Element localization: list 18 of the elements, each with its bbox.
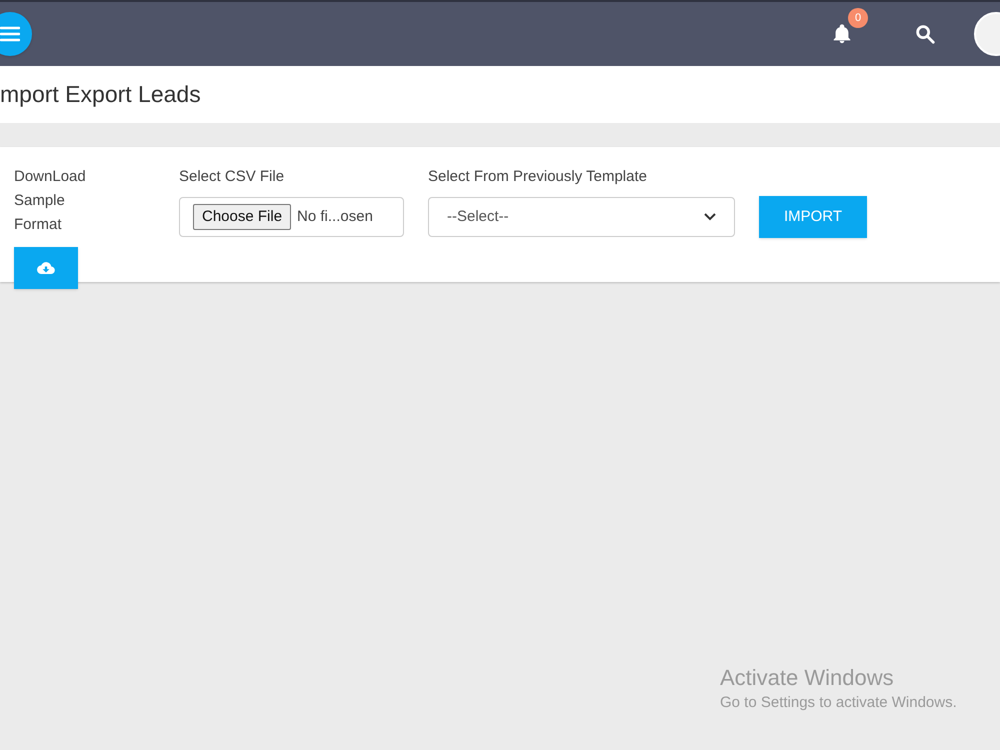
menu-button[interactable]: [0, 12, 32, 56]
download-button[interactable]: [14, 247, 78, 289]
bell-icon: [831, 22, 853, 46]
search-icon: [914, 23, 936, 45]
csv-label: Select CSV File: [179, 167, 286, 187]
menu-icon: [0, 26, 20, 42]
file-name: No fi...osen: [297, 206, 373, 227]
chevron-down-icon: [704, 213, 716, 221]
page-title: mport Export Leads: [0, 80, 201, 110]
choose-file-button[interactable]: Choose File: [193, 204, 292, 230]
activation-subtitle: Go to Settings to activate Windows.: [720, 693, 957, 713]
file-input[interactable]: Choose File No fi...osen: [179, 197, 404, 237]
cloud-download-icon: [37, 261, 55, 275]
download-label: DownLoad Sample Format: [14, 167, 87, 235]
activation-title: Activate Windows: [720, 664, 895, 692]
template-select[interactable]: --Select--: [428, 197, 735, 237]
notification-count: 0: [848, 8, 868, 28]
template-label: Select From Previously Template: [428, 167, 648, 187]
